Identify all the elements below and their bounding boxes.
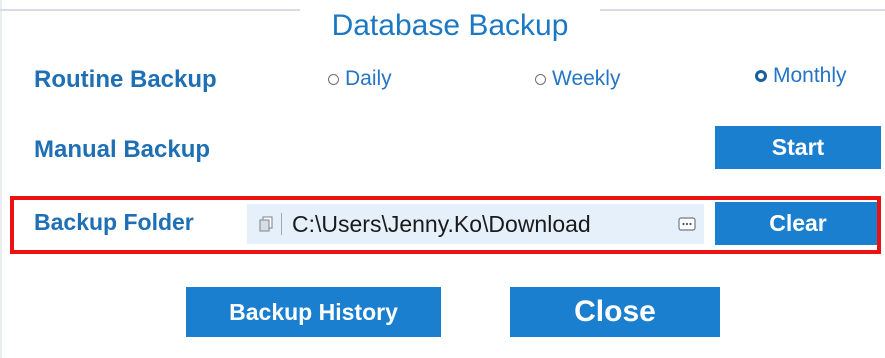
- radio-monthly-label: Monthly: [773, 64, 847, 87]
- routine-backup-label: Routine Backup: [34, 66, 217, 93]
- radio-monthly[interactable]: Monthly: [755, 64, 847, 88]
- backup-folder-path[interactable]: C:\Users\Jenny.Ko\Download: [292, 211, 670, 238]
- radio-daily[interactable]: Daily: [328, 67, 392, 91]
- copy-icon[interactable]: [251, 216, 281, 232]
- backup-folder-label: Backup Folder: [34, 209, 194, 235]
- field-divider: [281, 213, 282, 235]
- title-frame-line-right: [600, 9, 885, 11]
- radio-weekly-label: Weekly: [552, 67, 621, 90]
- dialog-title: Database Backup: [331, 9, 569, 42]
- manual-backup-label: Manual Backup: [34, 136, 211, 163]
- backup-history-button[interactable]: Backup History: [186, 287, 441, 337]
- radio-daily-label: Daily: [345, 67, 392, 90]
- clear-button[interactable]: Clear: [715, 202, 881, 245]
- radio-weekly-indicator: [535, 73, 546, 85]
- start-button[interactable]: Start: [715, 126, 881, 169]
- title-frame-line-left: [0, 9, 300, 11]
- backup-folder-field[interactable]: C:\Users\Jenny.Ko\Download: [247, 204, 704, 244]
- radio-daily-indicator: [328, 73, 339, 85]
- close-button[interactable]: Close: [510, 287, 720, 337]
- database-backup-dialog: Database Backup Routine Backup Daily Wee…: [0, 0, 885, 358]
- browse-icon[interactable]: [670, 217, 704, 231]
- radio-weekly[interactable]: Weekly: [535, 67, 620, 91]
- window-left-edge: [0, 0, 2, 358]
- radio-monthly-indicator: [755, 70, 767, 82]
